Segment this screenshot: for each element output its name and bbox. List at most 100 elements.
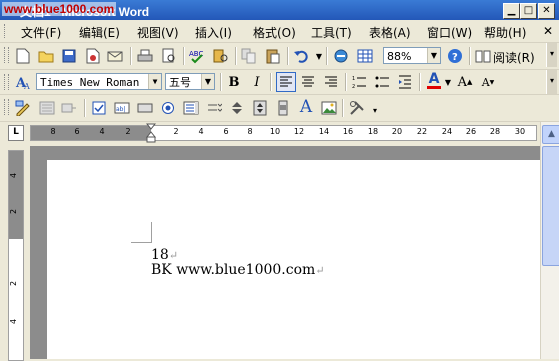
email-icon[interactable]: [106, 47, 124, 65]
spelling-icon[interactable]: ABC: [188, 47, 206, 65]
image-control-icon[interactable]: [320, 99, 338, 117]
shrink-font-glyph: A: [481, 75, 490, 89]
separator: [287, 47, 289, 65]
ruler-label: 2: [125, 127, 131, 136]
scroll-up-button[interactable]: ▲: [542, 125, 559, 144]
font-name-select[interactable]: Times New Roman ▼: [36, 73, 162, 90]
separator: [469, 47, 471, 65]
print-preview-icon[interactable]: [160, 47, 178, 65]
increase-indent-icon[interactable]: [396, 73, 414, 91]
grip-handle[interactable]: [4, 74, 9, 90]
numbering-icon[interactable]: 12: [350, 73, 368, 91]
zoom-select[interactable]: 88% ▼: [383, 47, 441, 64]
menu-format[interactable]: 格式(O): [253, 24, 296, 41]
styles-icon[interactable]: AA: [14, 73, 32, 91]
separator: [419, 73, 421, 91]
grow-font-button[interactable]: A ▲: [456, 73, 474, 91]
undo-icon[interactable]: [292, 47, 310, 65]
research-icon[interactable]: [212, 47, 230, 65]
align-left-icon[interactable]: [276, 72, 296, 92]
ruler-label: 30: [514, 127, 526, 136]
ruler-label: 28: [489, 127, 501, 136]
spin-button-icon[interactable]: [251, 99, 269, 117]
chevron-down-icon[interactable]: ▼: [201, 74, 214, 89]
scroll-thumb[interactable]: [542, 146, 559, 266]
more-controls-icon[interactable]: [348, 99, 366, 117]
bullets-icon[interactable]: [373, 73, 391, 91]
grip-handle[interactable]: [4, 99, 9, 115]
table-icon[interactable]: [356, 47, 374, 65]
option-button-icon[interactable]: [159, 99, 177, 117]
ruler-label: 2: [9, 208, 19, 215]
vertical-scrollbar[interactable]: ▲: [540, 122, 559, 359]
maximize-button[interactable]: □: [520, 3, 537, 19]
align-right-icon[interactable]: [322, 73, 340, 91]
print-icon[interactable]: [136, 47, 154, 65]
menu-table[interactable]: 表格(A): [369, 24, 411, 41]
new-document-icon[interactable]: [14, 47, 32, 65]
toggle-button-icon[interactable]: [228, 99, 246, 117]
label-control-icon[interactable]: A: [297, 97, 315, 117]
grip-handle[interactable]: [4, 47, 9, 63]
combo-box-icon[interactable]: [205, 99, 223, 117]
separator: [342, 99, 344, 117]
menu-insert[interactable]: 插入(I): [195, 24, 232, 41]
design-mode-icon[interactable]: [14, 99, 32, 117]
grow-font-glyph: A: [457, 74, 467, 90]
help-icon[interactable]: ?: [446, 47, 464, 65]
document-line[interactable]: BK www.blue1000.com↵: [151, 262, 325, 278]
font-color-glyph: A: [428, 71, 440, 87]
menu-window[interactable]: 窗口(W): [427, 24, 472, 41]
menu-help[interactable]: 帮助(H): [484, 24, 526, 41]
chevron-down-icon[interactable]: ▼: [148, 74, 161, 89]
ruler-label: 4: [198, 127, 204, 136]
save-icon[interactable]: [60, 47, 78, 65]
view-code-icon[interactable]: [60, 99, 78, 117]
italic-button[interactable]: I: [248, 73, 266, 91]
menu-tools[interactable]: 工具(T): [311, 24, 352, 41]
list-box-icon[interactable]: [182, 99, 200, 117]
menu-view[interactable]: 视图(V): [137, 24, 179, 41]
grip-handle[interactable]: [4, 24, 8, 38]
toolbar-options-icon[interactable]: ▾: [546, 70, 557, 94]
ruler-label: 20: [391, 127, 403, 136]
font-size-select[interactable]: 五号 ▼: [165, 73, 215, 90]
hyperlink-icon[interactable]: [332, 47, 350, 65]
toolbar-options-icon[interactable]: ▾: [546, 43, 557, 67]
indent-marker-icon[interactable]: [146, 123, 156, 145]
align-center-icon[interactable]: [299, 73, 317, 91]
ruler-label: 24: [441, 127, 453, 136]
font-size-value: 五号: [169, 76, 191, 89]
close-button[interactable]: ✕: [538, 3, 555, 19]
chevron-down-icon[interactable]: ▼: [427, 48, 440, 63]
bold-button[interactable]: B: [225, 73, 243, 91]
font-color-dropdown-icon[interactable]: ▼: [443, 73, 453, 91]
minimize-button[interactable]: ▁: [503, 3, 520, 19]
toolbar-options-icon[interactable]: ▾: [370, 101, 380, 119]
menu-file[interactable]: 文件(F): [21, 24, 61, 41]
title-bar[interactable]: 文档1 - Microsoft Word www.blue1000.com ▁ …: [0, 0, 559, 20]
command-button-icon[interactable]: [136, 99, 154, 117]
open-folder-icon[interactable]: [37, 47, 55, 65]
ruler-label: 8: [247, 127, 253, 136]
vertical-ruler[interactable]: 4 2 2 4: [8, 150, 24, 361]
ruler-label: 12: [293, 127, 305, 136]
tab-stop-selector[interactable]: L: [8, 125, 24, 141]
paste-icon[interactable]: [264, 47, 282, 65]
ruler-label: 6: [74, 127, 80, 136]
properties-icon[interactable]: [38, 99, 56, 117]
menu-edit[interactable]: 编辑(E): [79, 24, 120, 41]
svg-text:A: A: [23, 82, 30, 90]
horizontal-ruler[interactable]: 8 6 4 2 2 4 6 8 10 12 14 16 18 20 22 24 …: [30, 123, 537, 143]
textbox-control-icon[interactable]: ab|: [113, 99, 131, 117]
permission-icon[interactable]: [84, 47, 102, 65]
checkbox-icon[interactable]: [90, 99, 108, 117]
shrink-font-button[interactable]: A ▼: [479, 73, 497, 91]
read-mode-button[interactable]: 阅读(R): [493, 49, 535, 66]
copy-icon[interactable]: [240, 47, 258, 65]
scroll-bar-icon[interactable]: [274, 99, 292, 117]
document-close-button[interactable]: ✕: [543, 24, 553, 38]
document-page[interactable]: [47, 160, 540, 359]
document-line[interactable]: 18↵: [151, 247, 178, 263]
font-color-button[interactable]: A: [425, 72, 443, 90]
